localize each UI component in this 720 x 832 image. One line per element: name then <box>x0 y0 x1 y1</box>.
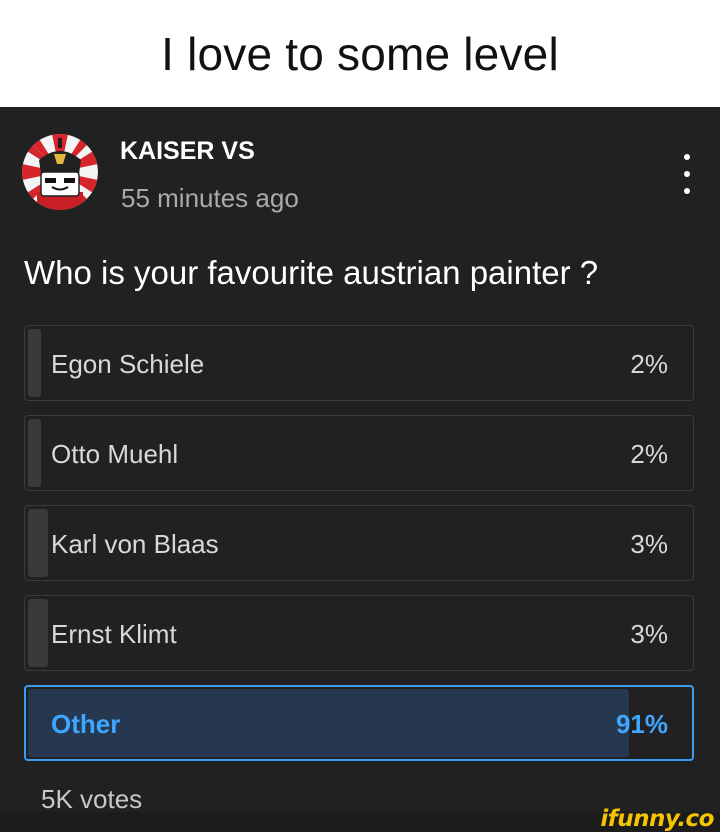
menu-dot <box>684 171 690 177</box>
poll-option-label: Other <box>51 709 121 739</box>
meme-caption: I love to some level <box>0 0 720 107</box>
kaiser-avatar-icon[interactable] <box>22 134 98 210</box>
poll-option-otto-muehl[interactable]: Otto Muehl 2% <box>24 415 694 491</box>
poll-option-egon-schiele[interactable]: Egon Schiele 2% <box>24 325 694 401</box>
menu-dot <box>684 188 690 194</box>
author-name[interactable]: KAISER VS <box>120 137 255 166</box>
post-timestamp: 55 minutes ago <box>121 183 299 213</box>
poll-option-fill <box>28 599 48 667</box>
poll-option-percent: 3% <box>630 529 668 559</box>
poll-option-fill <box>28 329 41 397</box>
poll-option-fill <box>28 509 48 577</box>
menu-dot <box>684 154 690 160</box>
poll-option-ernst-klimt[interactable]: Ernst Klimt 3% <box>24 595 694 671</box>
poll-option-percent: 2% <box>630 349 668 379</box>
poll-option-percent: 91% <box>615 709 668 739</box>
poll-option-label: Otto Muehl <box>51 439 179 469</box>
poll-option-karl-von-blaas[interactable]: Karl von Blaas 3% <box>24 505 694 581</box>
more-vertical-icon[interactable] <box>672 154 702 194</box>
poll-option-percent: 2% <box>630 439 668 469</box>
poll-question: Who is your favourite austrian painter ? <box>24 254 599 291</box>
poll-option-fill <box>28 419 41 487</box>
poll-option-other[interactable]: Other 91% <box>24 685 694 761</box>
poll-option-label: Ernst Klimt <box>51 619 177 649</box>
ifunny-watermark: ifunny.co <box>600 806 714 832</box>
vote-count: 5K votes <box>41 784 143 814</box>
poll-option-label: Karl von Blaas <box>51 529 219 559</box>
poll-option-label: Egon Schiele <box>51 349 205 379</box>
poll-option-percent: 3% <box>630 619 668 649</box>
